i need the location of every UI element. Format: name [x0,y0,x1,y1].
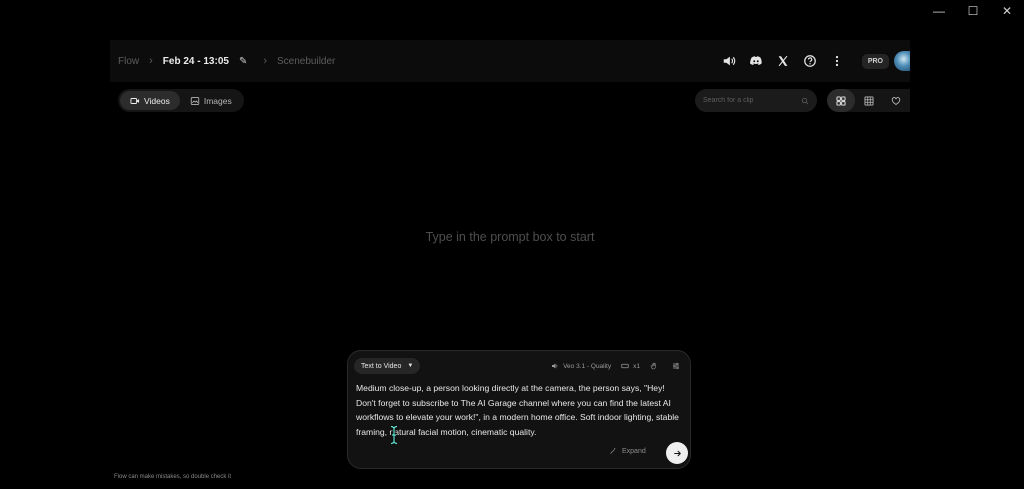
project-title[interactable]: Feb 24 - 13:05 [163,56,229,67]
favorites-button[interactable] [882,89,910,112]
search-input[interactable] [703,97,793,104]
search-icon [801,97,809,104]
count-label: x1 [633,362,640,370]
video-icon [130,97,140,104]
ingredients-button[interactable] [650,362,662,370]
aspect-ratio-icon [621,363,629,369]
flow-app: Flow › Feb 24 - 13:05 ✎ › Scenebuilder P… [110,40,910,485]
grid-large-icon [836,95,846,106]
tab-videos[interactable]: Videos [120,91,180,110]
caret-down-icon: ▼ [407,363,414,369]
top-icons: PRO [715,40,910,82]
sliders-icon [673,362,679,370]
tab-images-label: Images [203,95,232,106]
empty-state-text: Type in the prompt box to start [425,230,595,244]
prompt-box: Text to Video ▼ Veo 3.1 - Quality x1 Med… [347,350,691,469]
mode-label: Text to Video [361,362,402,370]
top-bar: Flow › Feb 24 - 13:05 ✎ › Scenebuilder P… [110,40,910,82]
hand-icon [650,362,656,370]
breadcrumb: Flow › Feb 24 - 13:05 ✎ › Scenebuilder [118,55,335,67]
arrow-right-icon [673,450,681,456]
model-selector[interactable]: Veo 3.1 - Quality [551,362,611,370]
pencil-icon[interactable]: ✎ [239,56,247,67]
output-count[interactable]: x1 [621,362,640,370]
avatar[interactable] [894,51,910,71]
more-icon[interactable] [824,48,850,74]
chevron-right-icon: › [149,55,153,67]
tab-videos-label: Videos [144,95,170,106]
expand-label: Expand [622,447,646,455]
grid-large-button[interactable] [827,89,855,112]
clip-search [695,89,817,112]
grid-small-icon [864,96,873,105]
x-logo-icon[interactable] [770,48,796,74]
help-icon[interactable] [797,48,823,74]
model-label: Veo 3.1 - Quality [563,362,612,370]
media-tabs: Videos Images [118,89,244,112]
send-button[interactable] [666,442,688,464]
speaker-icon[interactable] [716,48,742,74]
close-button[interactable]: ✕ [990,0,1024,22]
image-icon [190,96,200,105]
settings-button[interactable] [672,362,684,370]
grid-small-button[interactable] [855,89,883,112]
discord-icon[interactable] [743,48,769,74]
disclaimer-text: Flow can make mistakes, so double check … [114,474,232,480]
view-toggle [827,89,910,112]
maximize-button[interactable]: ☐ [956,0,990,22]
tab-images[interactable]: Images [180,91,242,110]
prompt-input[interactable]: Medium close-up, a person looking direct… [356,381,684,439]
plan-badge: PRO [861,53,889,69]
mode-dropdown[interactable]: Text to Video ▼ [354,358,421,374]
speaker-icon [552,363,558,369]
magic-wand-icon [610,447,616,454]
text-cursor-icon [390,425,398,445]
window-controls: — ☐ ✕ [922,0,1024,22]
minimize-button[interactable]: — [922,0,956,22]
chevron-right-icon: › [263,55,268,67]
breadcrumb-root[interactable]: Flow [118,56,139,67]
heart-icon [891,96,901,105]
generation-settings: Veo 3.1 - Quality x1 [541,358,684,374]
expand-button[interactable]: Expand [609,447,646,455]
breadcrumb-scenebuilder[interactable]: Scenebuilder [277,56,335,67]
